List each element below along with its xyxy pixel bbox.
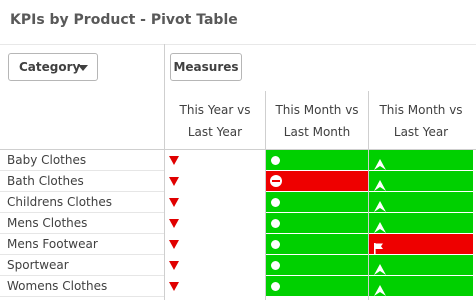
dot-icon (271, 156, 280, 165)
kpi-cell (166, 255, 265, 275)
panel-top-border (0, 44, 476, 45)
column-header-line1: This Month vs (379, 103, 463, 117)
measures-label: Measures (173, 60, 239, 74)
triangle-down-icon (169, 198, 179, 207)
dimension-divider (164, 44, 165, 300)
pivot-table: Category Measures This Year vs Last Year … (0, 44, 476, 300)
column-header-this-month-vs-last-year[interactable]: This Month vs Last Year (369, 93, 473, 149)
column-header-this-month-vs-last-month[interactable]: This Month vs Last Month (266, 93, 368, 149)
kpi-cell (266, 192, 368, 212)
triangle-down-icon (169, 156, 179, 165)
kpi-cell (166, 192, 265, 212)
kpi-cell (266, 150, 368, 170)
dot-icon (271, 219, 280, 228)
arrow-up-icon (374, 197, 386, 212)
pivot-table-object: KPIs by Product - Pivot Table Category M… (0, 0, 476, 308)
row-label[interactable]: Womens Clothes (7, 276, 107, 297)
row-label[interactable]: Baby Clothes (7, 150, 86, 171)
measures-button[interactable]: Measures (170, 53, 242, 81)
triangle-down-icon (169, 219, 179, 228)
arrow-up-icon (374, 176, 386, 191)
row-label[interactable]: Childrens Clothes (7, 192, 112, 213)
kpi-cell (166, 276, 265, 296)
category-dimension-button[interactable]: Category (8, 53, 98, 81)
kpi-cell (166, 150, 265, 170)
category-dimension-label: Category (19, 60, 81, 74)
caret-down-icon (78, 65, 88, 71)
row-label[interactable]: Mens Clothes (7, 213, 87, 234)
kpi-cell (166, 171, 265, 191)
kpi-cell (266, 255, 368, 275)
triangle-down-icon (169, 240, 179, 249)
dot-icon (271, 261, 280, 270)
column-header-line2: Last Year (187, 125, 243, 139)
no-entry-icon (270, 175, 282, 187)
kpi-cell (369, 234, 473, 254)
kpi-cell (266, 276, 368, 296)
kpi-cell (266, 234, 368, 254)
dot-icon (271, 282, 280, 291)
row-label[interactable]: Sportwear (7, 255, 69, 276)
kpi-cell (166, 213, 265, 233)
row-label[interactable]: Bath Clothes (7, 171, 84, 192)
triangle-down-icon (169, 282, 179, 291)
object-title: KPIs by Product - Pivot Table (10, 12, 238, 28)
row-label[interactable]: Mens Footwear (7, 234, 98, 255)
kpi-cell (266, 213, 368, 233)
flag-icon (374, 239, 384, 254)
column-header-this-year-vs-last-year[interactable]: This Year vs Last Year (165, 93, 265, 149)
triangle-down-icon (169, 177, 179, 186)
column-header-line1: This Year vs (179, 103, 251, 117)
arrow-up-icon (374, 260, 386, 275)
triangle-down-icon (169, 261, 179, 270)
arrow-up-icon (374, 218, 386, 233)
column-header-line2: Last Year (393, 125, 449, 139)
row-divider (0, 296, 164, 297)
arrow-up-icon (374, 281, 386, 296)
dot-icon (271, 240, 280, 249)
arrow-up-icon (374, 155, 386, 170)
column-header-line1: This Month vs (275, 103, 359, 117)
column-header-line2: Last Month (283, 125, 351, 139)
kpi-cell (166, 234, 265, 254)
dot-icon (271, 198, 280, 207)
